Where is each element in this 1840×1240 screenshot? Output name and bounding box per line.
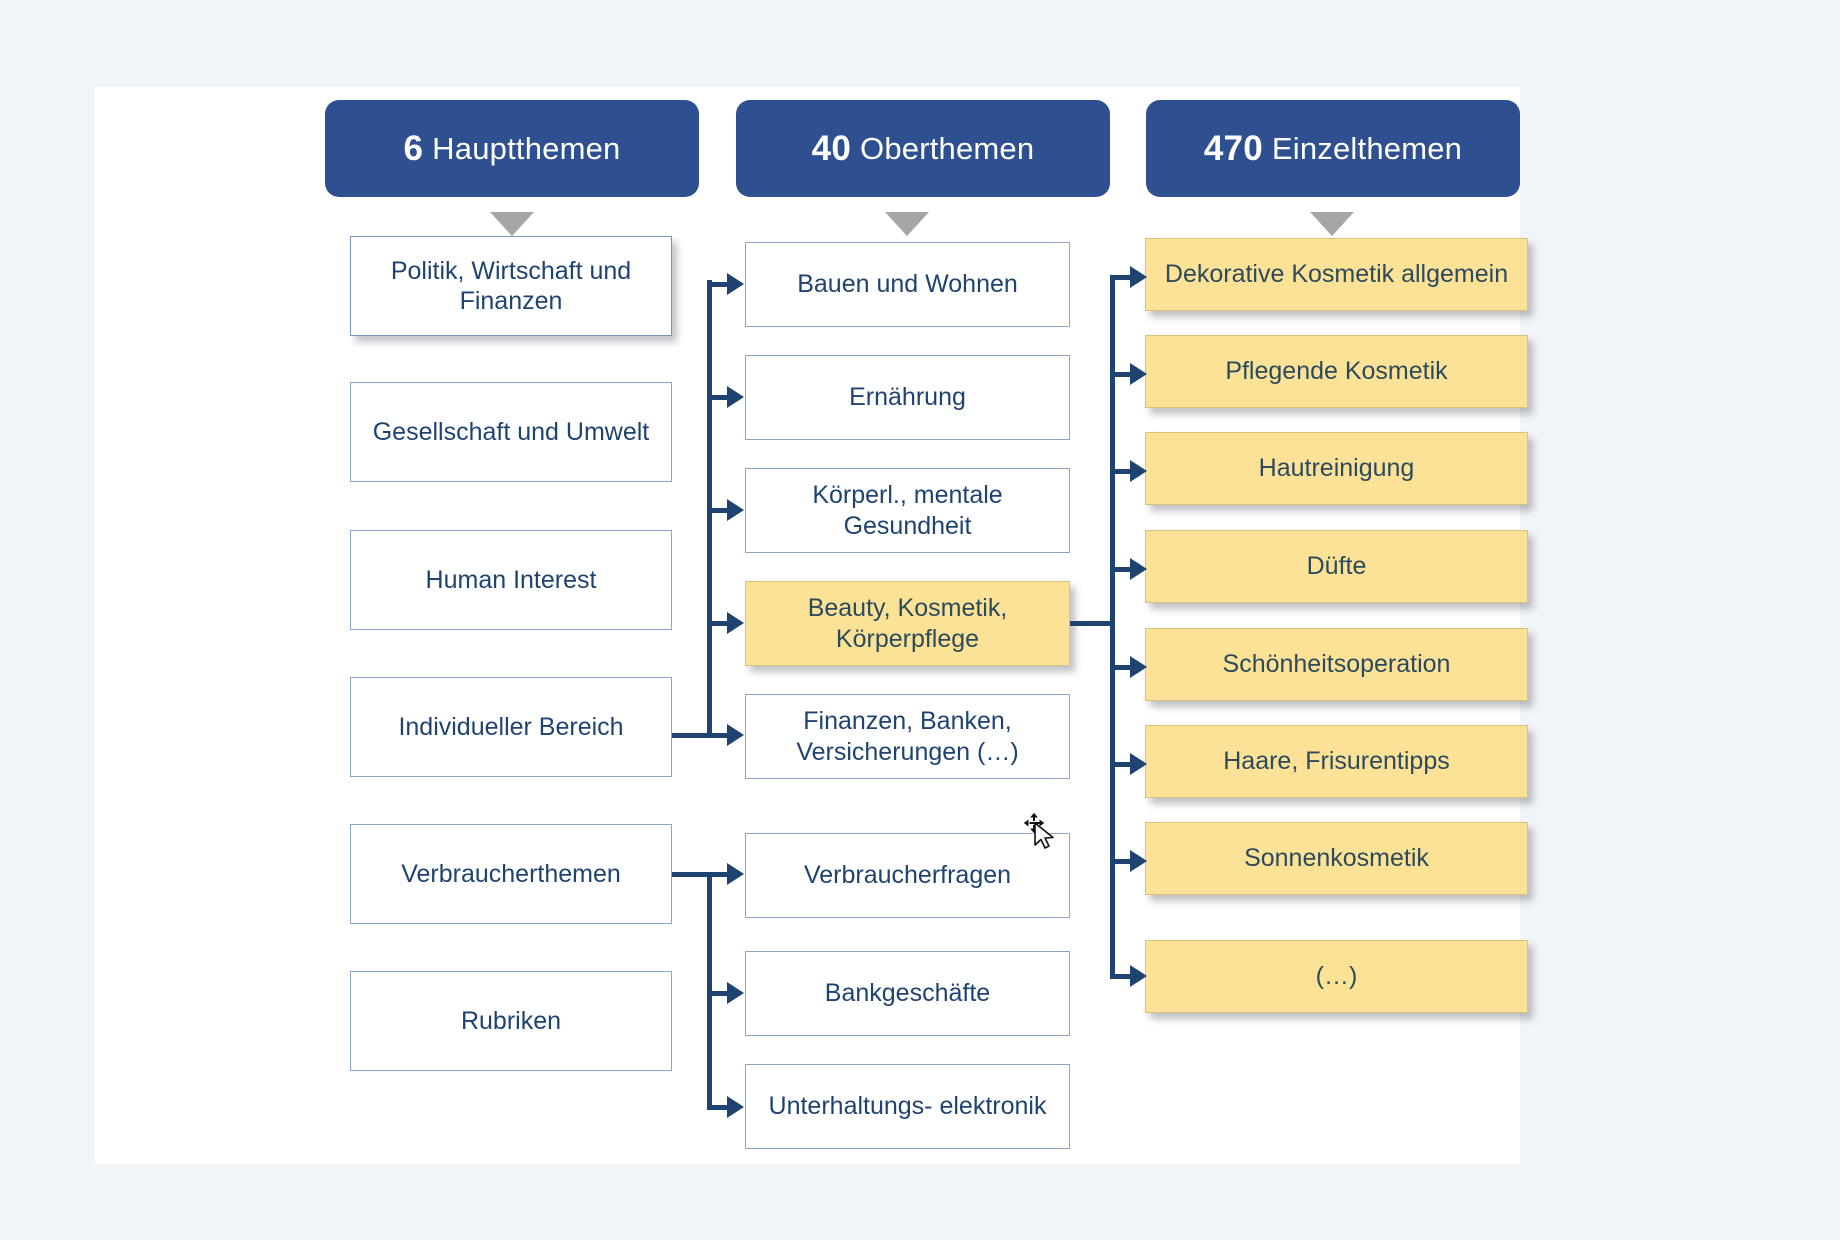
oberthema-box-verbraucherfragen[interactable]: Verbraucherfragen [745,833,1070,918]
pointer-triangle-hauptthemen [490,212,534,236]
column-header-oberthemen: 40 Oberthemen [736,100,1110,197]
slide-canvas: 6 Hauptthemen 40 Oberthemen 470 Einzelth… [0,0,1840,1240]
oberthemen-count: 40 [811,128,851,168]
connector-beauty-stub [1070,621,1115,626]
hauptthema-box-gesellschaft-umwelt[interactable]: Gesellschaft und Umwelt [350,382,672,482]
hauptthema-label: Human Interest [425,565,597,594]
connector-branch-weitere-arrow [1130,965,1147,987]
connector-trunk-einzelthemen [1110,275,1115,977]
oberthema-box-finanzen-banken-versicherungen[interactable]: Finanzen, Banken, Versicherungen (…) [745,694,1070,779]
oberthemen-label: Oberthemen [860,130,1035,166]
oberthema-label: Bauen und Wohnen [797,270,1018,299]
einzelthema-label: Haare, Frisurentipps [1223,747,1450,776]
oberthema-box-beauty-kosmetik-koerperpflege[interactable]: Beauty, Kosmetik, Körperpflege [745,581,1070,666]
oberthema-label: Bankgeschäfte [824,979,991,1008]
connector-branch-duefte-arrow [1130,558,1147,580]
hauptthema-box-politik-wirtschaft-finanzen[interactable]: Politik, Wirtschaft und Finanzen [350,236,672,336]
connector-branch-bauen-arrow [727,273,744,295]
einzelthema-box-schoenheitsoperation[interactable]: Schönheitsoperation [1145,628,1528,701]
hauptthema-label: Gesellschaft und Umwelt [372,417,650,446]
hauptthema-box-individueller-bereich[interactable]: Individueller Bereich [350,677,672,777]
oberthema-label: Körperl., mentale Gesundheit [812,481,1003,540]
hauptthemen-count: 6 [403,128,424,168]
einzelthema-box-dekorative-kosmetik-allgemein[interactable]: Dekorative Kosmetik allgemein [1145,238,1528,311]
einzelthema-label: Schönheitsoperation [1222,650,1451,679]
connector-individueller-bereich-stub [672,733,712,738]
einzelthema-label: Sonnenkosmetik [1244,844,1429,873]
connector-verbraucherthemen-stub [672,872,712,877]
oberthema-box-bankgeschaefte[interactable]: Bankgeschäfte [745,951,1070,1036]
connector-branch-ernaehrung-arrow [727,386,744,408]
oberthema-label: Beauty, Kosmetik, Körperpflege [807,594,1008,653]
einzelthema-label: Hautreinigung [1258,454,1415,483]
einzelthema-label: Pflegende Kosmetik [1225,357,1448,386]
einzelthemen-count: 470 [1203,128,1263,168]
einzelthema-label: Düfte [1306,552,1367,581]
hauptthema-label: Verbraucherthemen [401,859,621,888]
einzelthema-label: Dekorative Kosmetik allgemein [1164,260,1509,289]
connector-branch-pflegende-arrow [1130,363,1147,385]
hauptthema-label: Politik, Wirtschaft und Finanzen [390,256,632,316]
oberthema-label: Finanzen, Banken, Versicherungen (…) [796,707,1019,766]
oberthema-label: Unterhaltungs- elektronik [768,1092,1047,1121]
einzelthema-box-hautreinigung[interactable]: Hautreinigung [1145,432,1528,505]
column-header-hauptthemen: 6 Hauptthemen [325,100,699,197]
connector-branch-sonnenkosmetik-arrow [1130,850,1147,872]
oberthema-box-ernaehrung[interactable]: Ernährung [745,355,1070,440]
oberthema-label: Verbraucherfragen [803,861,1012,890]
column-header-einzelthemen: 470 Einzelthemen [1146,100,1520,197]
connector-branch-hautreinigung-arrow [1130,460,1147,482]
hauptthema-label: Individueller Bereich [398,712,624,741]
pointer-triangle-einzelthemen [1310,212,1354,236]
oberthema-label: Ernährung [849,383,966,412]
hauptthema-box-verbraucherthemen[interactable]: Verbraucherthemen [350,824,672,924]
einzelthema-box-duefte[interactable]: Düfte [1145,530,1528,603]
einzelthema-box-sonnenkosmetik[interactable]: Sonnenkosmetik [1145,822,1528,895]
connector-branch-bankgeschaefte-arrow [727,982,744,1004]
einzelthema-box-pflegende-kosmetik[interactable]: Pflegende Kosmetik [1145,335,1528,408]
oberthema-box-unterhaltungselektronik[interactable]: Unterhaltungs- elektronik [745,1064,1070,1149]
connector-branch-dekorative-arrow [1130,266,1147,288]
connector-branch-finanzen-arrow [727,724,744,746]
hauptthema-box-rubriken[interactable]: Rubriken [350,971,672,1071]
hauptthemen-label: Hauptthemen [432,130,621,166]
hauptthema-box-human-interest[interactable]: Human Interest [350,530,672,630]
connector-branch-beauty-arrow [727,612,744,634]
connector-branch-gesundheit-arrow [727,499,744,521]
oberthema-box-bauen-und-wohnen[interactable]: Bauen und Wohnen [745,242,1070,327]
einzelthemen-label: Einzelthemen [1271,130,1463,166]
pointer-triangle-oberthemen [885,212,929,236]
einzelthema-box-weitere[interactable]: (…) [1145,940,1528,1013]
einzelthema-box-haare-frisurentipps[interactable]: Haare, Frisurentipps [1145,725,1528,798]
connector-branch-verbraucherfragen-arrow [727,863,744,885]
hauptthema-label: Rubriken [460,1006,562,1035]
connector-branch-schoenheitsoperation-arrow [1130,656,1147,678]
einzelthema-label: (…) [1315,962,1358,991]
connector-branch-haare-arrow [1130,753,1147,775]
connector-branch-unterhaltungselektronik-arrow [727,1096,744,1118]
oberthema-box-koerperliche-mentale-gesundheit[interactable]: Körperl., mentale Gesundheit [745,468,1070,553]
